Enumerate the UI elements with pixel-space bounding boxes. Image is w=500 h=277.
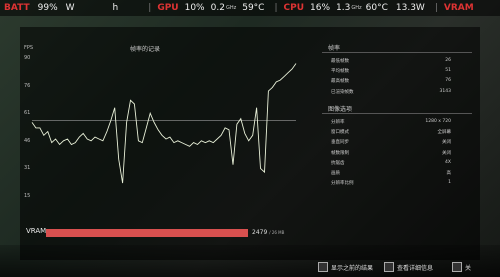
btn-label: 查看详细信息 — [397, 264, 434, 272]
stat-row: 平均帧数 51 — [331, 68, 451, 76]
stat-key: 最低帧数 — [331, 59, 349, 64]
vram-value: 2479 / 26 MB — [252, 229, 284, 236]
stats-divider — [322, 52, 472, 53]
stat-row: 窗口模式 全屏幕 — [331, 129, 451, 137]
stat-value: 全屏幕 — [437, 130, 452, 136]
stat-row: 最高帧数 76 — [331, 78, 451, 86]
stat-key: 画质 — [331, 171, 340, 176]
btn-label: 关 — [465, 264, 472, 272]
stat-value: 1 — [448, 180, 451, 186]
stat-row: 分辨率 1280 x 720 — [331, 119, 451, 127]
btn-label: 显示之前的结果 — [331, 264, 374, 272]
stat-value: 1280 x 720 — [425, 119, 451, 124]
stat-row: 抗锯齿 4X — [331, 160, 451, 168]
stat-row: 已渲染帧数 3143 — [331, 89, 451, 97]
stats-header-framerate: 帧率 — [328, 45, 341, 52]
stat-value: 关闭 — [442, 150, 451, 156]
key-icon — [318, 262, 328, 272]
vram-label: VRAM — [26, 227, 47, 235]
stat-key: 窗口模式 — [331, 130, 349, 136]
key-icon — [452, 262, 462, 272]
stat-row: 最低帧数 26 — [331, 58, 451, 66]
stat-key: 平均帧数 — [331, 69, 349, 75]
fps-series-line — [31, 63, 297, 184]
stat-row: 画质 高 — [331, 170, 451, 178]
stats-header-graphics: 图像选项 — [328, 106, 353, 113]
stat-value: 3143 — [439, 88, 451, 94]
stats-divider — [322, 113, 472, 114]
view-details-button[interactable]: 查看详细信息 — [384, 262, 433, 272]
stat-key: 最高帧数 — [331, 79, 349, 85]
show-previous-results-button[interactable]: 显示之前的结果 — [318, 262, 373, 272]
vram-usage-bar — [46, 229, 248, 237]
stat-value: 关闭 — [442, 140, 451, 146]
stat-row: 分辨率比例 1 — [331, 180, 451, 188]
stat-row: 帧数限制 关闭 — [331, 150, 451, 158]
stat-value: 51 — [445, 68, 451, 74]
close-button[interactable]: 关 — [452, 262, 471, 272]
stat-value: 高 — [446, 171, 452, 176]
vram-number: 2479 — [252, 229, 268, 236]
stat-row: 垂直同步 关闭 — [331, 139, 451, 147]
stat-key: 帧数限制 — [331, 150, 349, 156]
stat-value: 26 — [445, 58, 451, 63]
stat-key: 垂直同步 — [331, 140, 349, 146]
key-icon — [384, 262, 394, 272]
stat-key: 分辨率比例 — [331, 181, 354, 187]
stat-value: 76 — [445, 78, 451, 84]
stat-value: 4X — [445, 159, 451, 165]
stat-key: 抗锯齿 — [331, 160, 345, 166]
stat-key: 分辨率 — [331, 120, 345, 125]
stat-key: 已渲染帧数 — [331, 89, 354, 95]
vram-unit: / 26 MB — [269, 230, 285, 235]
